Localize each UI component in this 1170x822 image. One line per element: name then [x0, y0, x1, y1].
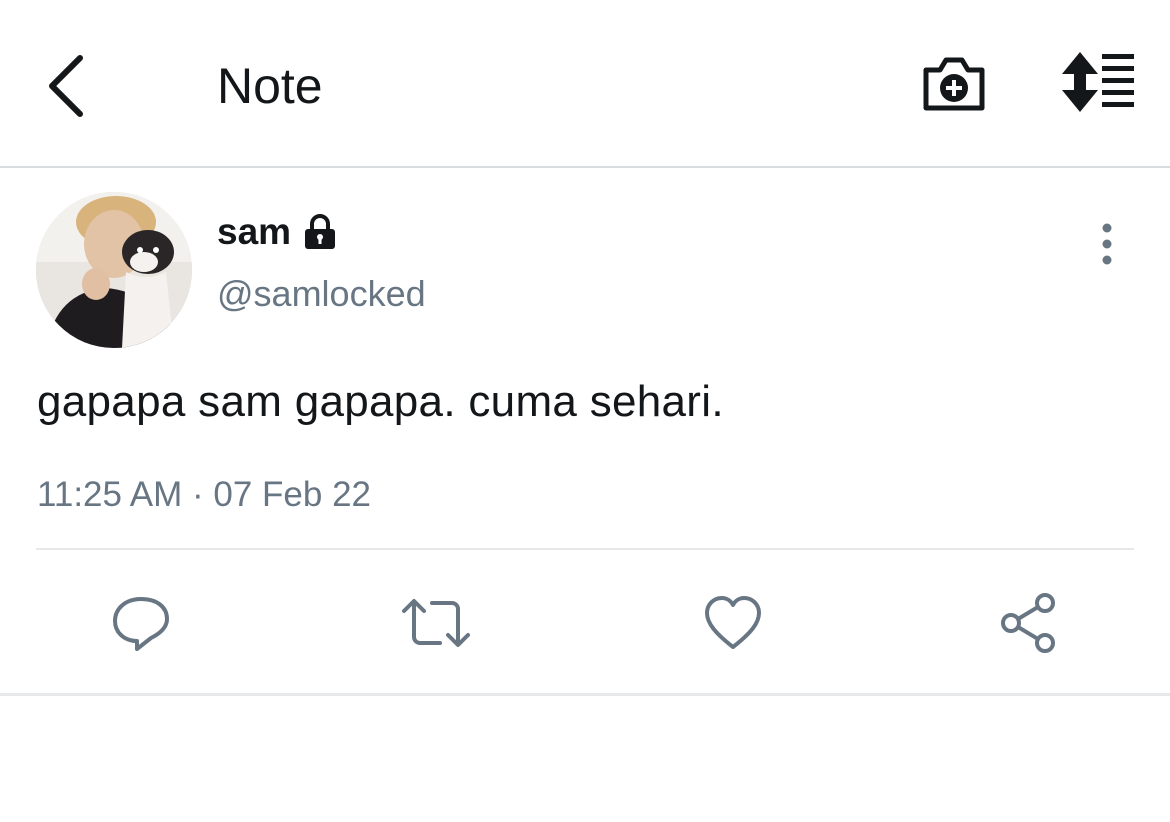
top-bar: Note — [0, 0, 1170, 168]
reply-button[interactable] — [103, 590, 179, 656]
reply-icon — [113, 597, 169, 651]
like-button[interactable] — [695, 590, 771, 656]
share-button[interactable] — [991, 590, 1067, 656]
share-icon — [1001, 593, 1055, 653]
tweet-timestamp: 11:25 AM · 07 Feb 22 — [37, 475, 372, 514]
retweet-icon — [402, 599, 470, 647]
text-format-icon — [1062, 52, 1134, 112]
more-options-button[interactable] — [1088, 220, 1126, 268]
text-format-button[interactable] — [1058, 50, 1142, 114]
retweet-button[interactable] — [398, 590, 474, 656]
author-name-row[interactable]: sam — [217, 208, 339, 256]
lock-icon — [305, 214, 336, 249]
back-button[interactable] — [40, 50, 96, 122]
display-name: sam — [217, 211, 292, 252]
user-handle[interactable]: @samlocked — [217, 272, 426, 316]
chevron-left-icon — [49, 55, 83, 117]
avatar-photo — [36, 192, 192, 348]
heart-icon — [705, 596, 761, 649]
more-vertical-icon — [1102, 223, 1112, 265]
tweet-card: sam @samlocked gapapa sam gapapa. cuma s… — [0, 170, 1170, 696]
camera-plus-icon — [923, 57, 985, 111]
divider — [36, 548, 1134, 550]
page-title: Note — [217, 58, 323, 114]
camera-button[interactable] — [918, 50, 990, 118]
avatar[interactable] — [36, 192, 192, 348]
tweet-text: gapapa sam gapapa. cuma sehari. — [37, 377, 724, 426]
